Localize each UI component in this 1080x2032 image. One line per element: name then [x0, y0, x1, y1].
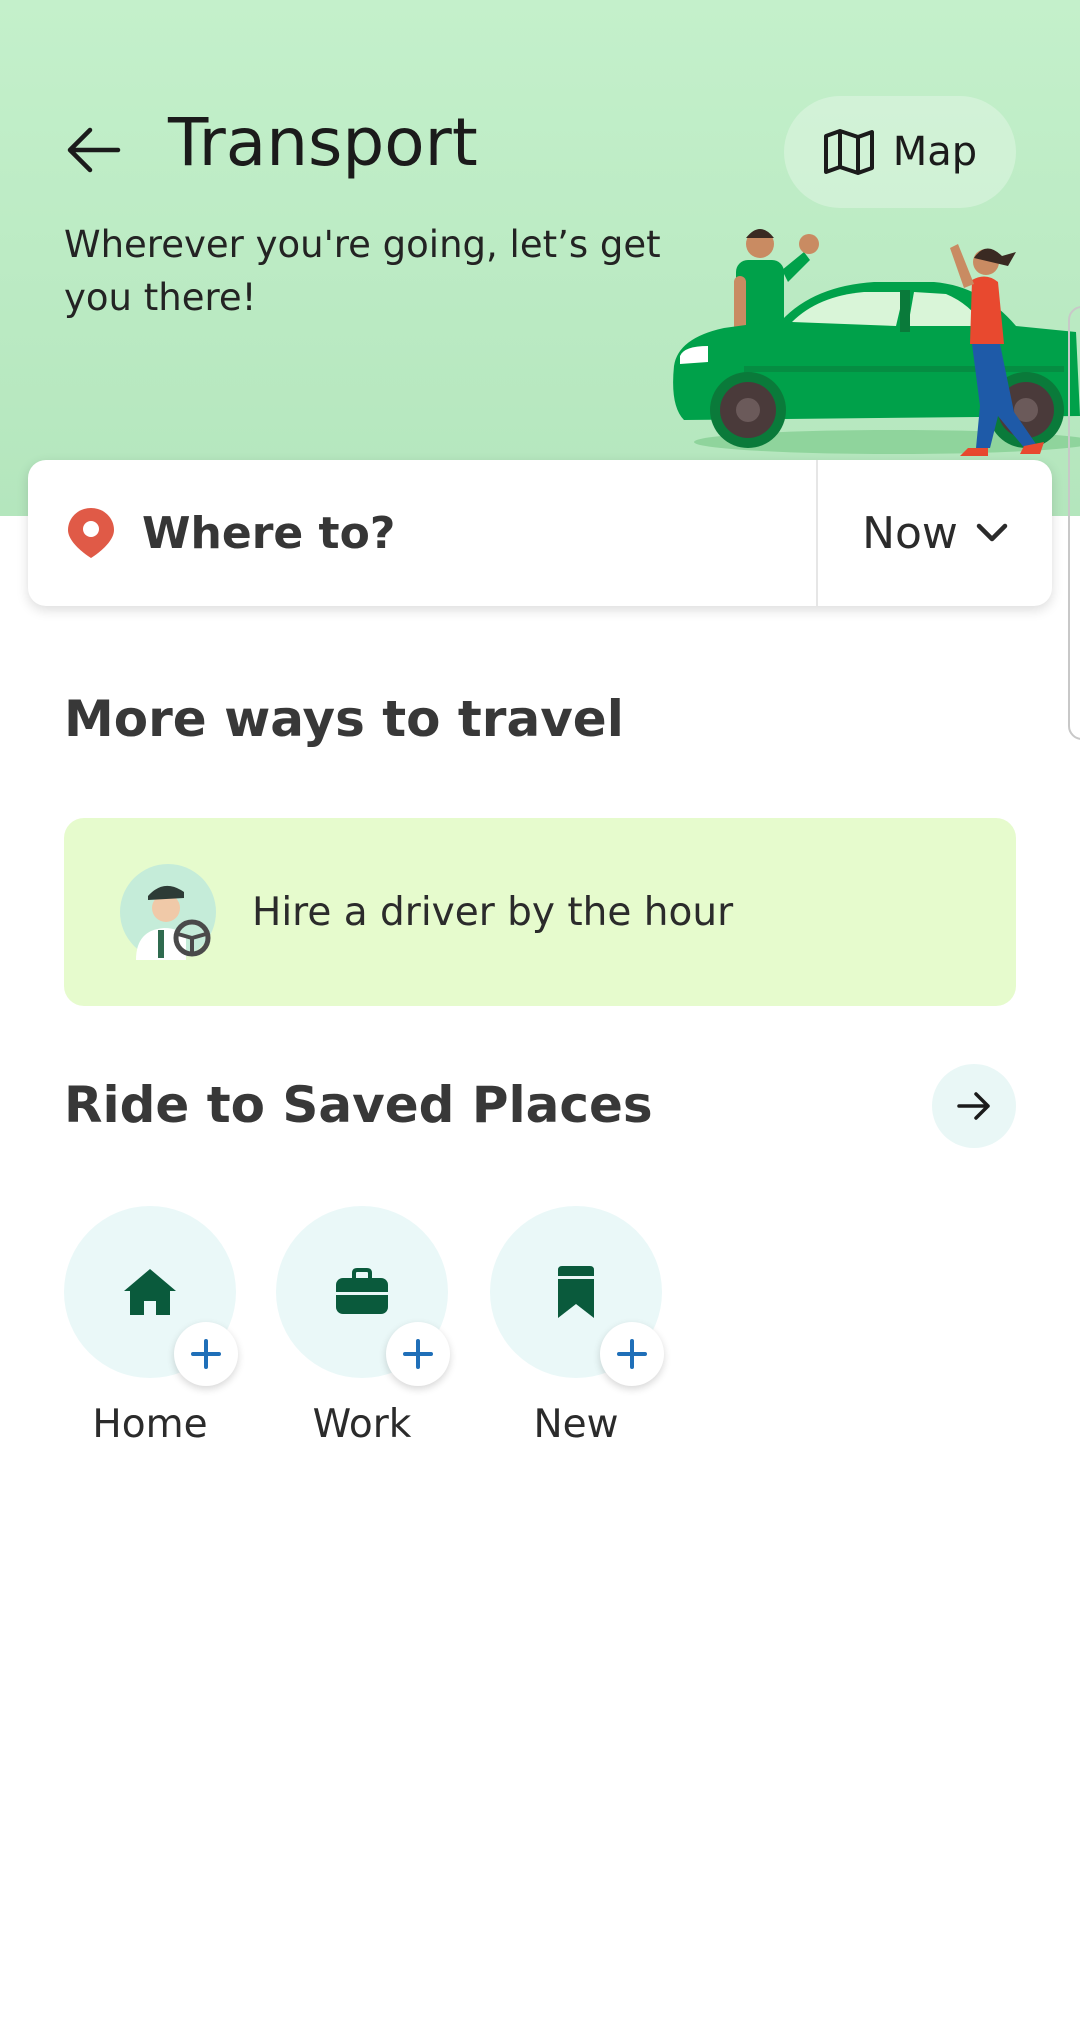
- arrow-left-icon: [67, 127, 121, 173]
- saved-place-home-circle: [64, 1206, 238, 1386]
- map-button[interactable]: Map: [784, 96, 1016, 208]
- time-value: Now: [862, 507, 958, 559]
- saved-places-title: Ride to Saved Places: [64, 1076, 653, 1134]
- destination-input[interactable]: Where to?: [28, 460, 816, 606]
- plus-icon: [191, 1339, 221, 1369]
- hire-driver-card[interactable]: Hire a driver by the hour: [64, 818, 1016, 1006]
- plus-icon: [617, 1339, 647, 1369]
- map-icon: [823, 129, 874, 175]
- page-title: Transport: [168, 104, 478, 181]
- saved-place-work[interactable]: Work: [276, 1206, 450, 1447]
- saved-place-home-label: Home: [92, 1402, 208, 1447]
- header-banner: Transport Map Wherever you're going, let…: [0, 0, 1080, 516]
- map-button-label: Map: [892, 129, 978, 175]
- arrow-right-icon: [957, 1092, 990, 1120]
- more-ways-title: More ways to travel: [64, 690, 624, 748]
- car-illustration: [673, 229, 1080, 456]
- add-new-place-button[interactable]: [600, 1322, 664, 1386]
- chevron-down-icon: [976, 523, 1008, 542]
- page-subtitle: Wherever you're going, let’s get you the…: [64, 223, 661, 319]
- saved-place-work-circle: [276, 1206, 450, 1386]
- time-dropdown[interactable]: Now: [816, 460, 1052, 606]
- home-icon: [124, 1269, 176, 1315]
- scroll-edge-handle: [1068, 306, 1080, 740]
- hire-driver-label: Hire a driver by the hour: [252, 889, 734, 935]
- add-home-button[interactable]: [174, 1322, 238, 1386]
- transport-screen: Transport Map Wherever you're going, let…: [0, 0, 1080, 2032]
- saved-places-see-all-button[interactable]: [932, 1064, 1016, 1148]
- search-card: Where to? Now: [28, 460, 1052, 606]
- saved-place-work-label: Work: [312, 1402, 412, 1447]
- location-pin-icon: [68, 508, 114, 558]
- saved-place-home[interactable]: Home: [64, 1206, 238, 1447]
- briefcase-icon: [336, 1268, 388, 1314]
- bookmark-icon: [558, 1266, 594, 1318]
- saved-place-new-circle: [490, 1206, 664, 1386]
- destination-placeholder: Where to?: [142, 507, 396, 559]
- back-button[interactable]: [56, 112, 132, 188]
- saved-place-new[interactable]: New: [490, 1206, 664, 1447]
- driver-avatar-icon: [120, 864, 216, 960]
- plus-icon: [403, 1339, 433, 1369]
- saved-place-new-label: New: [533, 1402, 619, 1447]
- add-work-button[interactable]: [386, 1322, 450, 1386]
